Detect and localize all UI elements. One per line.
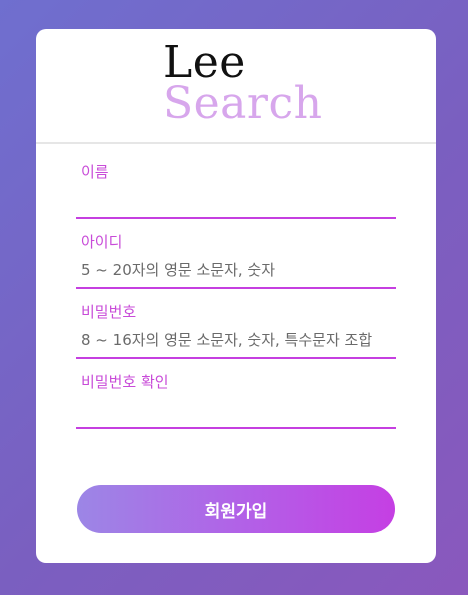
password-confirm-input[interactable] xyxy=(76,393,396,429)
password-confirm-field-group: 비밀번호 확인 xyxy=(76,371,396,429)
header-divider xyxy=(36,142,436,144)
signup-button[interactable]: 회원가입 xyxy=(77,485,395,533)
name-field-group: 이름 xyxy=(76,161,396,219)
id-input[interactable] xyxy=(76,253,396,289)
name-input[interactable] xyxy=(76,183,396,219)
name-label: 이름 xyxy=(81,163,109,181)
password-label: 비밀번호 xyxy=(81,303,137,321)
password-field-group: 비밀번호 xyxy=(76,301,396,359)
signup-card: Lee Search 이름 아이디 비밀번호 비밀번호 확인 회원가입 xyxy=(36,29,436,563)
password-confirm-label: 비밀번호 확인 xyxy=(81,373,169,391)
password-input[interactable] xyxy=(76,323,396,359)
logo-line-2: Search xyxy=(163,78,323,129)
app-logo: Lee Search xyxy=(36,29,436,143)
id-field-group: 아이디 xyxy=(76,231,396,289)
id-label: 아이디 xyxy=(81,233,123,251)
